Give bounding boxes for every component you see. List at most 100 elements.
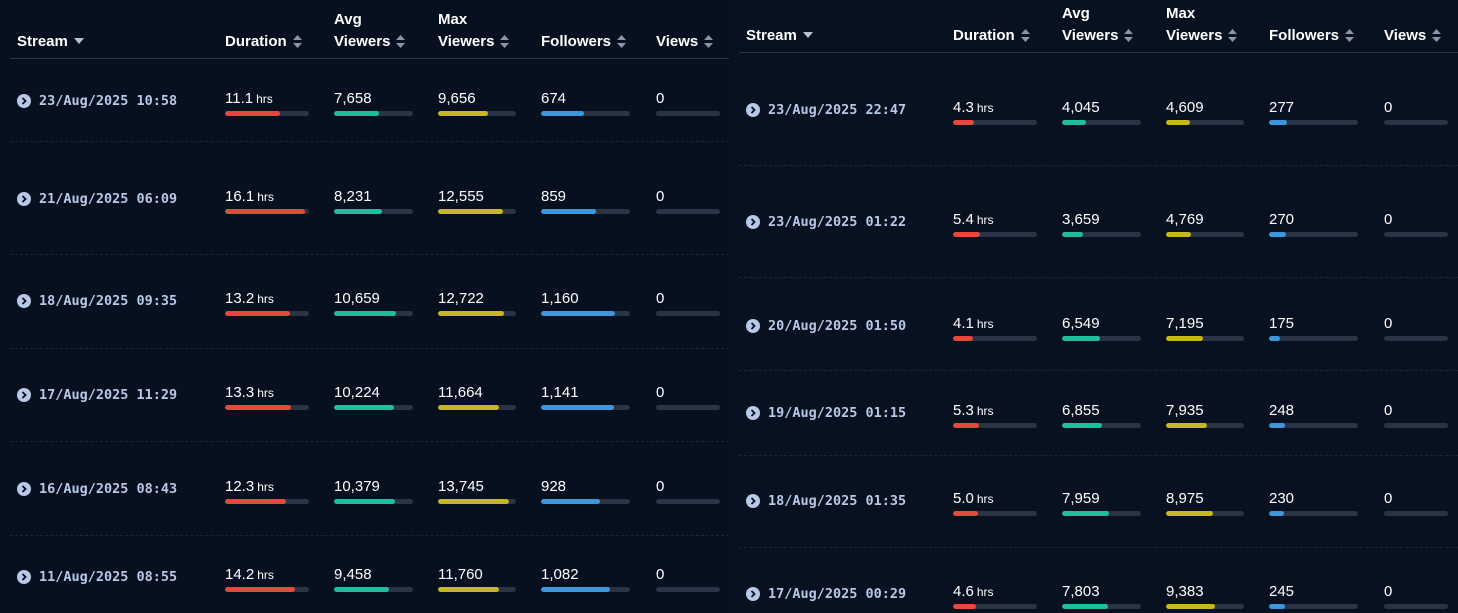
stream-link[interactable]: 17/Aug/2025 11:29 <box>17 386 177 404</box>
duration-number: 13.2 <box>225 290 255 307</box>
avg-viewers-value: 8,231 <box>334 188 372 205</box>
sort-icon[interactable] <box>1124 28 1134 42</box>
max-viewers-bar <box>1166 511 1244 516</box>
sort-icon[interactable] <box>292 34 302 48</box>
chevron-right-circle-icon <box>17 570 31 584</box>
avg-viewers-bar <box>334 499 413 504</box>
avg-viewers-bar-fill <box>1062 604 1108 609</box>
max-viewers-bar-fill <box>1166 336 1204 341</box>
views-bar <box>1384 232 1448 237</box>
avg-viewers-bar-fill <box>334 499 395 504</box>
followers-value: 1,160 <box>541 290 579 307</box>
chevron-right-circle-icon <box>17 388 31 402</box>
stream-link[interactable]: 23/Aug/2025 22:47 <box>746 101 906 119</box>
duration-number: 16.1 <box>225 188 255 205</box>
chevron-right-circle-icon <box>17 94 31 108</box>
chevron-right-circle-icon <box>17 482 31 496</box>
header-max-viewers[interactable]: Max Viewers <box>438 9 510 53</box>
stream-link[interactable]: 20/Aug/2025 01:50 <box>746 317 906 335</box>
followers-value: 277 <box>1269 99 1295 116</box>
followers-bar-fill <box>541 405 614 410</box>
duration-bar-fill <box>225 311 291 316</box>
stream-link[interactable]: 16/Aug/2025 08:43 <box>17 480 177 498</box>
row-divider <box>739 455 1458 456</box>
header-duration[interactable]: Duration <box>225 31 302 53</box>
max-viewers-bar <box>438 111 516 116</box>
stream-link[interactable]: 17/Aug/2025 00:29 <box>746 585 906 603</box>
duration-value: 4.1 hrs <box>953 315 994 333</box>
avg-viewers-bar <box>334 587 413 592</box>
stream-link[interactable]: 18/Aug/2025 01:35 <box>746 492 906 510</box>
header-max-viewers-label-top: Max <box>438 11 468 28</box>
stream-date: 17/Aug/2025 00:29 <box>768 586 907 602</box>
max-viewers-bar-fill <box>438 111 489 116</box>
views-bar <box>656 405 720 410</box>
stream-date: 11/Aug/2025 08:55 <box>39 569 178 585</box>
sort-icon[interactable] <box>500 34 510 48</box>
avg-viewers-value: 7,803 <box>1062 583 1100 600</box>
stream-link[interactable]: 11/Aug/2025 08:55 <box>17 568 177 586</box>
header-followers[interactable]: Followers <box>541 31 627 53</box>
sort-icon[interactable] <box>396 34 406 48</box>
sort-down-icon[interactable] <box>73 37 84 45</box>
followers-value: 1,082 <box>541 566 579 583</box>
avg-viewers-bar <box>1062 511 1141 516</box>
avg-viewers-bar <box>334 311 413 316</box>
stream-link[interactable]: 23/Aug/2025 10:58 <box>17 92 177 110</box>
header-avg-viewers[interactable]: Avg Viewers <box>1062 3 1134 47</box>
duration-value: 11.1 hrs <box>225 90 273 108</box>
sort-icon[interactable] <box>1228 28 1238 42</box>
header-followers[interactable]: Followers <box>1269 25 1355 47</box>
views-value: 0 <box>1384 211 1393 228</box>
header-stream-label: Stream <box>17 33 68 50</box>
stream-link[interactable]: 19/Aug/2025 01:15 <box>746 404 906 422</box>
header-views[interactable]: Views <box>656 31 714 53</box>
sort-icon[interactable] <box>1345 28 1355 42</box>
max-viewers-bar-fill <box>1166 423 1208 428</box>
views-value: 0 <box>1384 315 1393 332</box>
followers-bar-fill <box>541 499 600 504</box>
chevron-right-circle-icon <box>746 319 760 333</box>
max-viewers-bar-fill <box>438 405 499 410</box>
row-divider <box>10 141 729 142</box>
header-max-viewers[interactable]: Max Viewers <box>1166 3 1238 47</box>
header-divider <box>10 58 729 59</box>
duration-bar <box>225 499 309 504</box>
views-value: 0 <box>1384 583 1393 600</box>
views-bar <box>1384 423 1448 428</box>
chevron-right-circle-icon <box>746 215 760 229</box>
sort-icon[interactable] <box>617 34 627 48</box>
sort-down-icon[interactable] <box>802 31 813 39</box>
duration-unit: hrs <box>257 568 274 582</box>
header-avg-viewers[interactable]: Avg Viewers <box>334 9 406 53</box>
header-duration[interactable]: Duration <box>953 25 1030 47</box>
duration-unit: hrs <box>976 404 994 418</box>
row-divider <box>739 547 1458 548</box>
stream-link[interactable]: 18/Aug/2025 09:35 <box>17 292 177 310</box>
header-max-viewers-label-top: Max <box>1166 5 1196 22</box>
header-stream[interactable]: Stream <box>746 25 813 47</box>
stream-link[interactable]: 21/Aug/2025 06:09 <box>17 190 177 208</box>
stream-link[interactable]: 23/Aug/2025 01:22 <box>746 213 906 231</box>
header-followers-label: Followers <box>1269 27 1340 44</box>
duration-number: 14.2 <box>225 566 255 583</box>
max-viewers-value: 7,935 <box>1166 402 1204 419</box>
sort-icon[interactable] <box>1020 28 1030 42</box>
avg-viewers-bar <box>1062 423 1141 428</box>
sort-icon[interactable] <box>1432 28 1442 42</box>
avg-viewers-bar <box>334 405 413 410</box>
header-max-viewers-label-text: Viewers <box>438 33 495 50</box>
duration-bar-fill <box>953 120 975 125</box>
header-max-viewers-label-text: Viewers <box>1166 27 1223 44</box>
chevron-right-circle-icon <box>17 294 31 308</box>
duration-bar-fill <box>225 499 286 504</box>
header-views[interactable]: Views <box>1384 25 1442 47</box>
views-value: 0 <box>1384 490 1393 507</box>
followers-value: 248 <box>1269 402 1295 419</box>
header-stream[interactable]: Stream <box>17 31 84 53</box>
max-viewers-bar <box>1166 232 1244 237</box>
header-duration-label: Duration <box>953 27 1015 44</box>
duration-unit: hrs <box>976 213 994 227</box>
sort-icon[interactable] <box>704 34 714 48</box>
stream-date: 18/Aug/2025 01:35 <box>768 493 907 509</box>
